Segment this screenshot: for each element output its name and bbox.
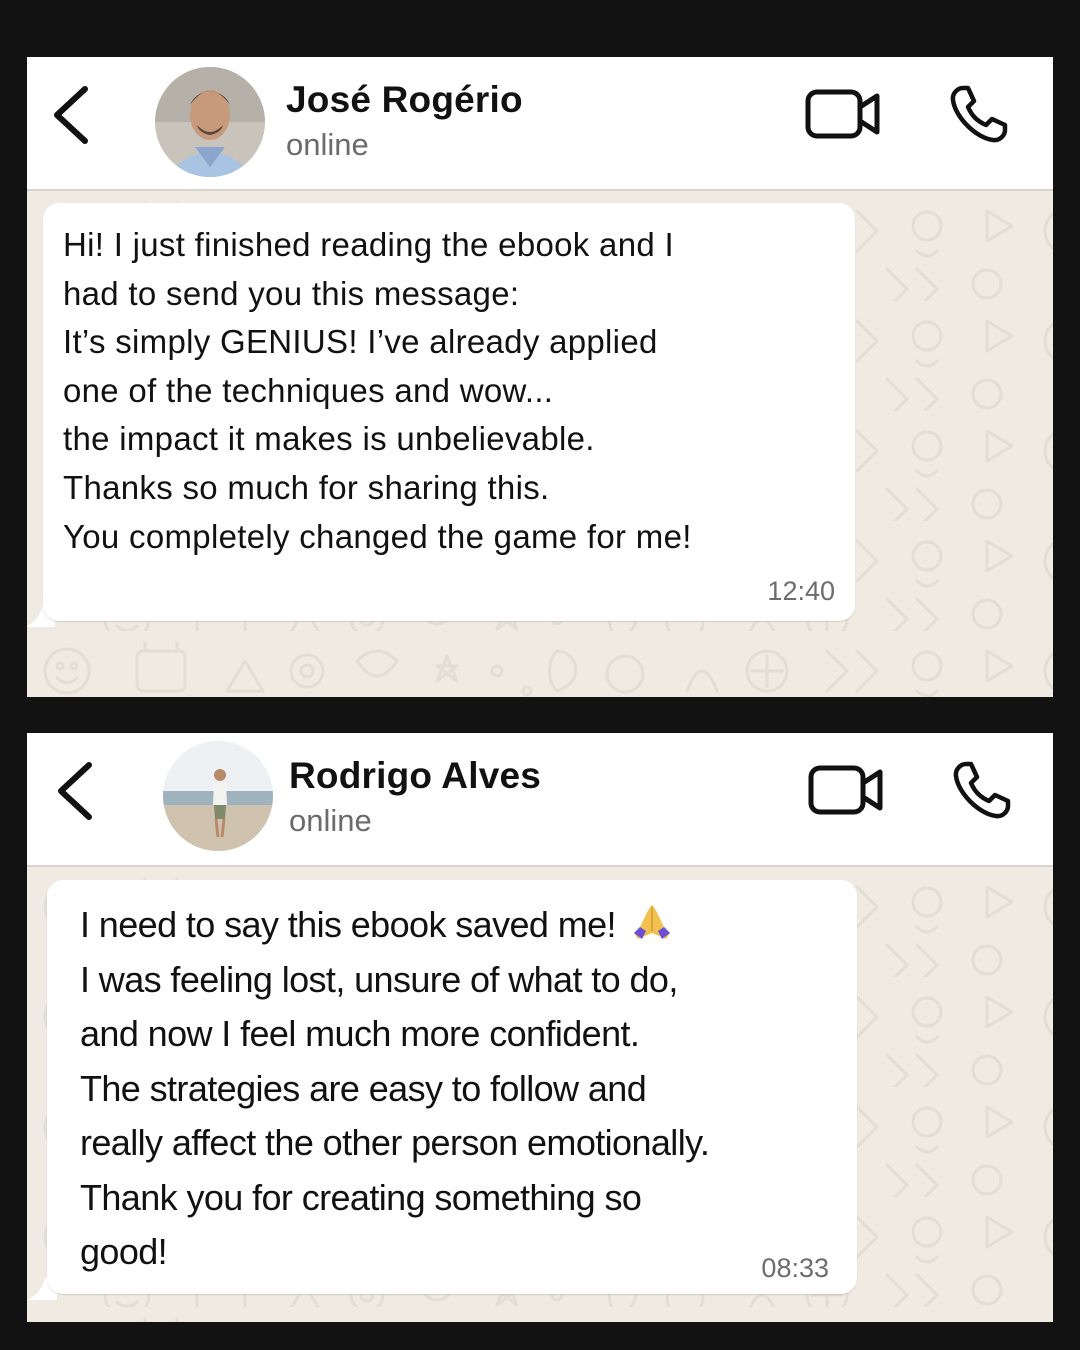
message-bubble[interactable]: Hi! I just finished reading the ebook an…: [43, 203, 855, 621]
message-text: I need to say this ebook saved me! I was…: [80, 898, 710, 1280]
message-line: I was feeling lost, unsure of what to do…: [80, 958, 678, 1000]
chat-card-rodrigo: Rodrigo Alves online I need to say this …: [27, 733, 1053, 1322]
message-line: had to send you this message:: [63, 274, 520, 312]
contact-name[interactable]: José Rogério: [286, 79, 523, 121]
contact-status: online: [289, 803, 372, 838]
message-line: Thank you for creating something so: [80, 1176, 642, 1218]
chat-header: Rodrigo Alves online: [27, 733, 1053, 867]
message-timestamp: 08:33: [761, 1253, 829, 1283]
message-line: really affect the other person emotional…: [80, 1122, 710, 1163]
message-line: I need to say this ebook saved me!: [80, 904, 617, 945]
contact-name[interactable]: Rodrigo Alves: [289, 755, 541, 797]
contact-status: online: [286, 127, 369, 162]
message-line: Thanks so much for sharing this.: [63, 468, 550, 506]
message-line: good!: [80, 1231, 168, 1272]
message-line: You completely changed the game for me!: [63, 517, 692, 555]
message-text: Hi! I just finished reading the ebook an…: [63, 221, 692, 561]
message-line: Hi! I just finished reading the ebook an…: [63, 226, 674, 263]
chevron-left-icon[interactable]: [53, 761, 97, 821]
message-line: and now I feel much more confident.: [80, 1013, 640, 1054]
chevron-left-icon[interactable]: [49, 85, 93, 145]
message-timestamp: 12:40: [767, 576, 835, 606]
video-camera-icon[interactable]: [805, 89, 881, 139]
avatar[interactable]: [155, 67, 265, 177]
folded-hands-emoji: [633, 905, 670, 939]
chat-header: José Rogério online: [27, 57, 1053, 191]
avatar[interactable]: [163, 741, 273, 851]
message-line: the impact it makes is unbelievable.: [63, 420, 595, 458]
chat-card-jose: José Rogério online Hi! I just finished …: [27, 57, 1053, 697]
message-line-with-emoji: I need to say this ebook saved me!: [80, 898, 709, 953]
message-bubble[interactable]: I need to say this ebook saved me! I was…: [47, 880, 857, 1294]
message-line: one of the techniques and wow...: [63, 371, 554, 409]
message-line: The strategies are easy to follow and: [80, 1067, 647, 1109]
phone-icon[interactable]: [951, 759, 1013, 821]
message-line: It’s simply GENIUS! I’ve already applied: [63, 323, 658, 361]
phone-icon[interactable]: [948, 83, 1010, 145]
video-camera-icon[interactable]: [808, 765, 884, 815]
